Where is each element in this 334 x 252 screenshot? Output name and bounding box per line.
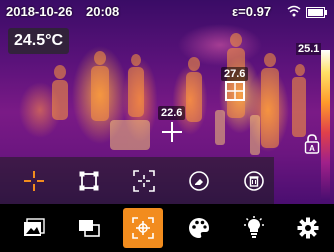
fusion-button[interactable] xyxy=(69,208,109,248)
target-icon xyxy=(133,170,155,192)
svg-text:A: A xyxy=(309,144,315,153)
trash-icon xyxy=(244,171,264,191)
delete-tool-button[interactable] xyxy=(240,167,268,195)
bulb-icon xyxy=(244,216,264,238)
main-toolbar xyxy=(0,204,334,252)
measure-button[interactable] xyxy=(123,208,163,248)
temperature-colorbar xyxy=(321,50,330,200)
status-time: 20:08 xyxy=(86,4,120,19)
emissivity-value: ε=0.97 xyxy=(232,4,272,19)
center-temperature-readout: 24.5°C xyxy=(8,28,70,54)
status-date: 2018-10-26 xyxy=(6,4,73,19)
wifi-icon xyxy=(287,5,301,20)
clear-tool-button[interactable] xyxy=(185,167,213,195)
palette-icon xyxy=(189,218,209,238)
point-tool-button[interactable] xyxy=(20,167,48,195)
auto-lock-icon[interactable]: A xyxy=(304,134,320,159)
overlay-icon xyxy=(79,220,100,237)
status-bar: 2018-10-26 20:08 ε=0.97 xyxy=(0,0,334,22)
measure-icon xyxy=(132,217,154,239)
area-tool-button[interactable] xyxy=(75,167,103,195)
measurement-toolbar xyxy=(0,157,274,204)
thermal-camera-screen: 2018-10-26 20:08 ε=0.97 24.5°C 27.6 22.6… xyxy=(0,0,334,252)
gear-icon xyxy=(297,217,319,239)
center-point-label: 22.6 xyxy=(158,106,186,120)
palette-button[interactable] xyxy=(179,208,219,248)
colorbar-max-label: 25.1 xyxy=(296,43,322,55)
max-point-label: 27.6 xyxy=(221,67,249,81)
image-icon xyxy=(24,218,45,236)
crosshair-icon xyxy=(24,171,44,191)
eraser-icon xyxy=(189,171,209,191)
center-crosshair xyxy=(162,122,182,142)
box-icon xyxy=(79,171,99,191)
center-point-tool-button[interactable] xyxy=(130,167,158,195)
battery-icon xyxy=(306,6,328,21)
gallery-button[interactable] xyxy=(14,208,54,248)
settings-button[interactable] xyxy=(288,208,328,248)
brightness-button[interactable] xyxy=(234,208,274,248)
